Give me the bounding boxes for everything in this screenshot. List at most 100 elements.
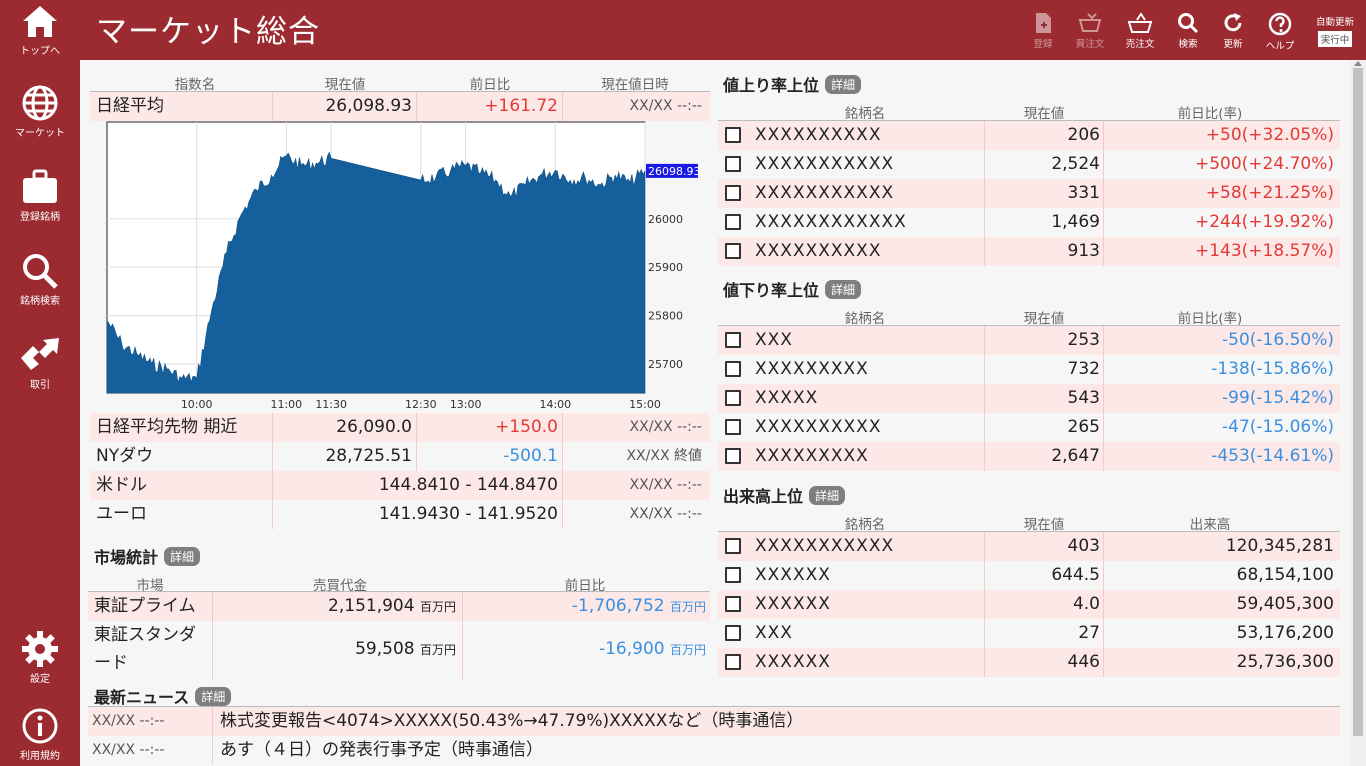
stock-price: 543 bbox=[1067, 388, 1100, 408]
index-value: 26,090.0 bbox=[336, 417, 412, 437]
stock-name: XXXXXXXXXXXX bbox=[755, 212, 907, 232]
ranking-row[interactable]: XXXXXXXXX 732 -138(-15.86%) bbox=[718, 355, 1340, 384]
buy-order-button[interactable]: 買注文 bbox=[1068, 12, 1112, 50]
col-header-volume: 出来高 bbox=[1189, 517, 1231, 533]
stock-name: XXXXXXXXXXX bbox=[755, 154, 895, 174]
index-change: -500.1 bbox=[503, 446, 558, 466]
sidebar-item-top[interactable]: トップへ bbox=[0, 4, 80, 57]
ranking-row[interactable]: XXXXXXXXXXX 403 120,345,281 bbox=[718, 532, 1340, 561]
row-checkbox[interactable] bbox=[725, 332, 741, 348]
register-icon bbox=[1036, 13, 1051, 33]
row-checkbox[interactable] bbox=[725, 156, 741, 172]
row-checkbox[interactable] bbox=[725, 419, 741, 435]
register-button[interactable]: 登録 bbox=[1021, 12, 1065, 50]
ranking-row[interactable]: XXXXXXXXXXX 331 +58(+21.25%) bbox=[718, 179, 1340, 208]
market-row-standard[interactable]: 東証スタンダ ード 59,508 百万円 -16,900 百万円 bbox=[88, 621, 710, 679]
vertical-scrollbar[interactable] bbox=[1350, 60, 1366, 766]
section-title: 市場統計 bbox=[94, 548, 159, 567]
market-row-prime[interactable]: 東証プライム 2,151,904 百万円 -1,706,752 百万円 bbox=[88, 592, 710, 621]
losers-title: 値下り率上位 詳細 bbox=[723, 277, 862, 301]
stock-change: -50(-16.50%) bbox=[1222, 330, 1334, 350]
col-header-price: 現在値 bbox=[1023, 311, 1065, 327]
row-checkbox[interactable] bbox=[725, 596, 741, 612]
row-checkbox[interactable] bbox=[725, 625, 741, 641]
col-header-price: 現在値 bbox=[1023, 517, 1065, 533]
sidebar-item-trade[interactable]: 取引 bbox=[0, 336, 80, 391]
ranking-row[interactable]: XXX 253 -50(-16.50%) bbox=[718, 326, 1340, 355]
ranking-row[interactable]: XXXXXXXXXXX 2,524 +500(+24.70%) bbox=[718, 150, 1340, 179]
stock-price: 206 bbox=[1067, 125, 1100, 145]
news-item[interactable]: XX/XX --:-- 株式変更報告<4074>XXXXX(50.43%→47.… bbox=[88, 707, 1340, 736]
cell-sep bbox=[1103, 326, 1104, 355]
news-headline[interactable]: 株式変更報告<4074>XXXXX(50.43%→47.79%)XXXXXなど（… bbox=[220, 707, 803, 736]
sell-order-button[interactable]: 売注文 bbox=[1118, 12, 1162, 50]
cell-sep bbox=[272, 442, 273, 471]
row-checkbox[interactable] bbox=[725, 361, 741, 377]
index-row-eur[interactable]: ユーロ 141.9430 - 141.9520 XX/XX --:-- bbox=[90, 500, 710, 529]
row-checkbox[interactable] bbox=[725, 567, 741, 583]
volume-detail-button[interactable]: 詳細 bbox=[809, 486, 846, 505]
scroll-up-arrow-icon[interactable] bbox=[1354, 61, 1362, 66]
stock-price: 253 bbox=[1067, 330, 1100, 350]
sell-cart-icon bbox=[1127, 12, 1153, 33]
index-row-futures[interactable]: 日経平均先物 期近 26,090.0 +150.0 XX/XX --:-- bbox=[90, 413, 710, 442]
scrollbar-thumb[interactable] bbox=[1353, 68, 1363, 736]
refresh-button[interactable]: 更新 bbox=[1211, 12, 1255, 50]
ranking-row[interactable]: XXX 27 53,176,200 bbox=[718, 619, 1340, 648]
row-checkbox[interactable] bbox=[725, 127, 741, 143]
sidebar-item-market[interactable]: マーケット bbox=[0, 84, 80, 139]
ranking-row[interactable]: XXXXXX 446 25,736,300 bbox=[718, 648, 1340, 677]
news-item[interactable]: XX/XX --:-- あす（４日）の発表行事予定（時事通信） bbox=[88, 736, 1340, 765]
cell-sep bbox=[1103, 413, 1104, 442]
stock-price: 2,524 bbox=[1051, 154, 1100, 174]
chart-y-tick-label: 26000 bbox=[648, 213, 683, 226]
row-checkbox[interactable] bbox=[725, 654, 741, 670]
ranking-row[interactable]: XXXXX 543 -99(-15.42%) bbox=[718, 384, 1340, 413]
market-change: -16,900 bbox=[598, 639, 665, 659]
row-checkbox[interactable] bbox=[725, 448, 741, 464]
help-button[interactable]: ヘルプ bbox=[1258, 12, 1302, 52]
row-checkbox[interactable] bbox=[725, 243, 741, 259]
stock-name: XXXXXXXXX bbox=[755, 359, 869, 379]
cell-sep bbox=[272, 92, 273, 121]
sidebar-item-search[interactable]: 銘柄検索 bbox=[0, 252, 80, 307]
cell-sep bbox=[1103, 384, 1104, 413]
cell-sep bbox=[1103, 648, 1104, 677]
news-headline[interactable]: あす（４日）の発表行事予定（時事通信） bbox=[220, 736, 543, 765]
losers-detail-button[interactable]: 詳細 bbox=[825, 280, 862, 299]
gainers-detail-button[interactable]: 詳細 bbox=[825, 75, 862, 94]
unit-label: 百万円 bbox=[419, 643, 456, 657]
ranking-row[interactable]: XXXXXXXXXXXX 1,469 +244(+19.92%) bbox=[718, 208, 1340, 237]
sidebar-item-watchlist[interactable]: 登録銘柄 bbox=[0, 168, 80, 223]
index-row-usd[interactable]: 米ドル 144.8410 - 144.8470 XX/XX --:-- bbox=[90, 471, 710, 500]
ranking-row[interactable]: XXXXXX 4.0 59,405,300 bbox=[718, 590, 1340, 619]
ranking-row[interactable]: XXXXXXXXX 2,647 -453(-14.61%) bbox=[718, 442, 1340, 471]
cell-sep bbox=[984, 442, 985, 471]
sidebar-item-terms[interactable]: 利用規約 bbox=[0, 707, 80, 762]
stock-change: +143(+18.57%) bbox=[1194, 241, 1334, 261]
row-checkbox[interactable] bbox=[725, 214, 741, 230]
cell-sep bbox=[984, 384, 985, 413]
sidebar-item-settings[interactable]: 設定 bbox=[0, 630, 80, 685]
ranking-row[interactable]: XXXXXXXXXX 913 +143(+18.57%) bbox=[718, 237, 1340, 266]
index-row-nikkei[interactable]: 日経平均 26,098.93 +161.72 XX/XX --:-- bbox=[90, 92, 710, 121]
ranking-row[interactable]: XXXXXX 644.5 68,154,100 bbox=[718, 561, 1340, 590]
stock-change: -99(-15.42%) bbox=[1222, 388, 1334, 408]
help-icon bbox=[1268, 12, 1292, 36]
market-stats-detail-button[interactable]: 詳細 bbox=[164, 547, 201, 566]
row-checkbox[interactable] bbox=[725, 185, 741, 201]
row-checkbox[interactable] bbox=[725, 390, 741, 406]
stock-price: 1,469 bbox=[1051, 212, 1100, 232]
news-detail-button[interactable]: 詳細 bbox=[195, 687, 232, 706]
index-value: 26,098.93 bbox=[325, 96, 412, 116]
search-button[interactable]: 検索 bbox=[1166, 12, 1210, 50]
row-checkbox[interactable] bbox=[725, 538, 741, 554]
index-row-dow[interactable]: NYダウ 28,725.51 -500.1 XX/XX 終値 bbox=[90, 442, 710, 471]
cell-sep bbox=[984, 237, 985, 266]
chart-y-tick-label: 25700 bbox=[648, 358, 683, 371]
nikkei-intraday-chart: 10:00 11:00 11:30 12:30 13:00 14:00 15:00 26000… bbox=[106, 121, 701, 411]
ranking-row[interactable]: XXXXXXXXXX 206 +50(+32.05%) bbox=[718, 121, 1340, 150]
ranking-row[interactable]: XXXXXXXXXX 265 -47(-15.06%) bbox=[718, 413, 1340, 442]
auto-update-toggle[interactable]: 自動更新 実行中 bbox=[1312, 14, 1358, 47]
index-change: +161.72 bbox=[484, 96, 558, 116]
